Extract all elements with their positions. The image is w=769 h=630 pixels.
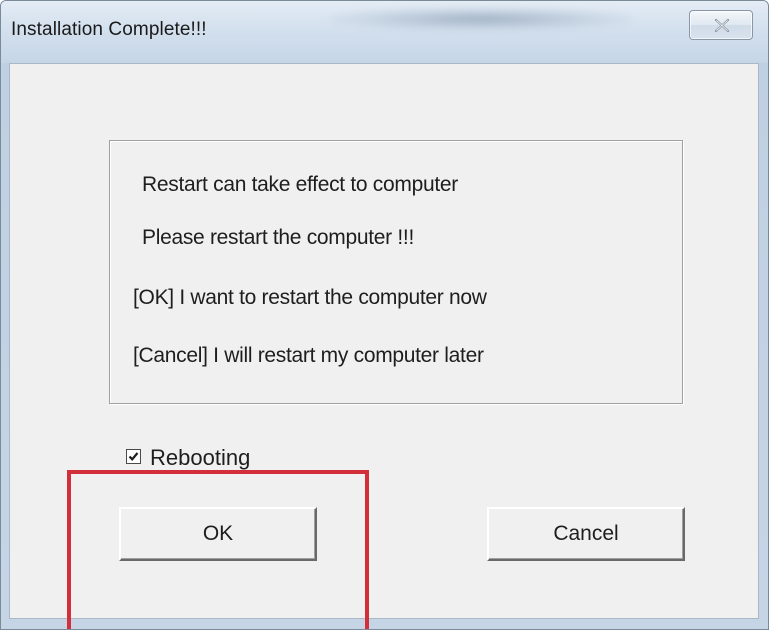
message-box: Restart can take effect to computer Plea… xyxy=(109,140,683,404)
rebooting-checkbox-label[interactable]: Rebooting xyxy=(150,445,250,471)
close-icon xyxy=(714,19,730,32)
ok-button[interactable]: OK xyxy=(119,507,317,561)
dialog-window: Installation Complete!!! Restart can tak… xyxy=(0,0,769,630)
window-title: Installation Complete!!! xyxy=(11,19,207,40)
message-line-3: [OK] I want to restart the computer now xyxy=(133,286,487,309)
close-button[interactable] xyxy=(689,10,753,40)
rebooting-checkbox[interactable] xyxy=(126,449,141,464)
message-line-1: Restart can take effect to computer xyxy=(142,173,458,196)
title-bar[interactable]: Installation Complete!!! xyxy=(1,1,768,63)
message-line-4: [Cancel] I will restart my computer late… xyxy=(133,344,484,367)
cancel-button[interactable]: Cancel xyxy=(487,507,685,561)
checkmark-icon xyxy=(128,452,139,461)
message-line-2: Please restart the computer !!! xyxy=(142,226,414,249)
title-bar-blurred-region xyxy=(331,7,631,31)
dialog-client-area: Restart can take effect to computer Plea… xyxy=(9,63,759,629)
